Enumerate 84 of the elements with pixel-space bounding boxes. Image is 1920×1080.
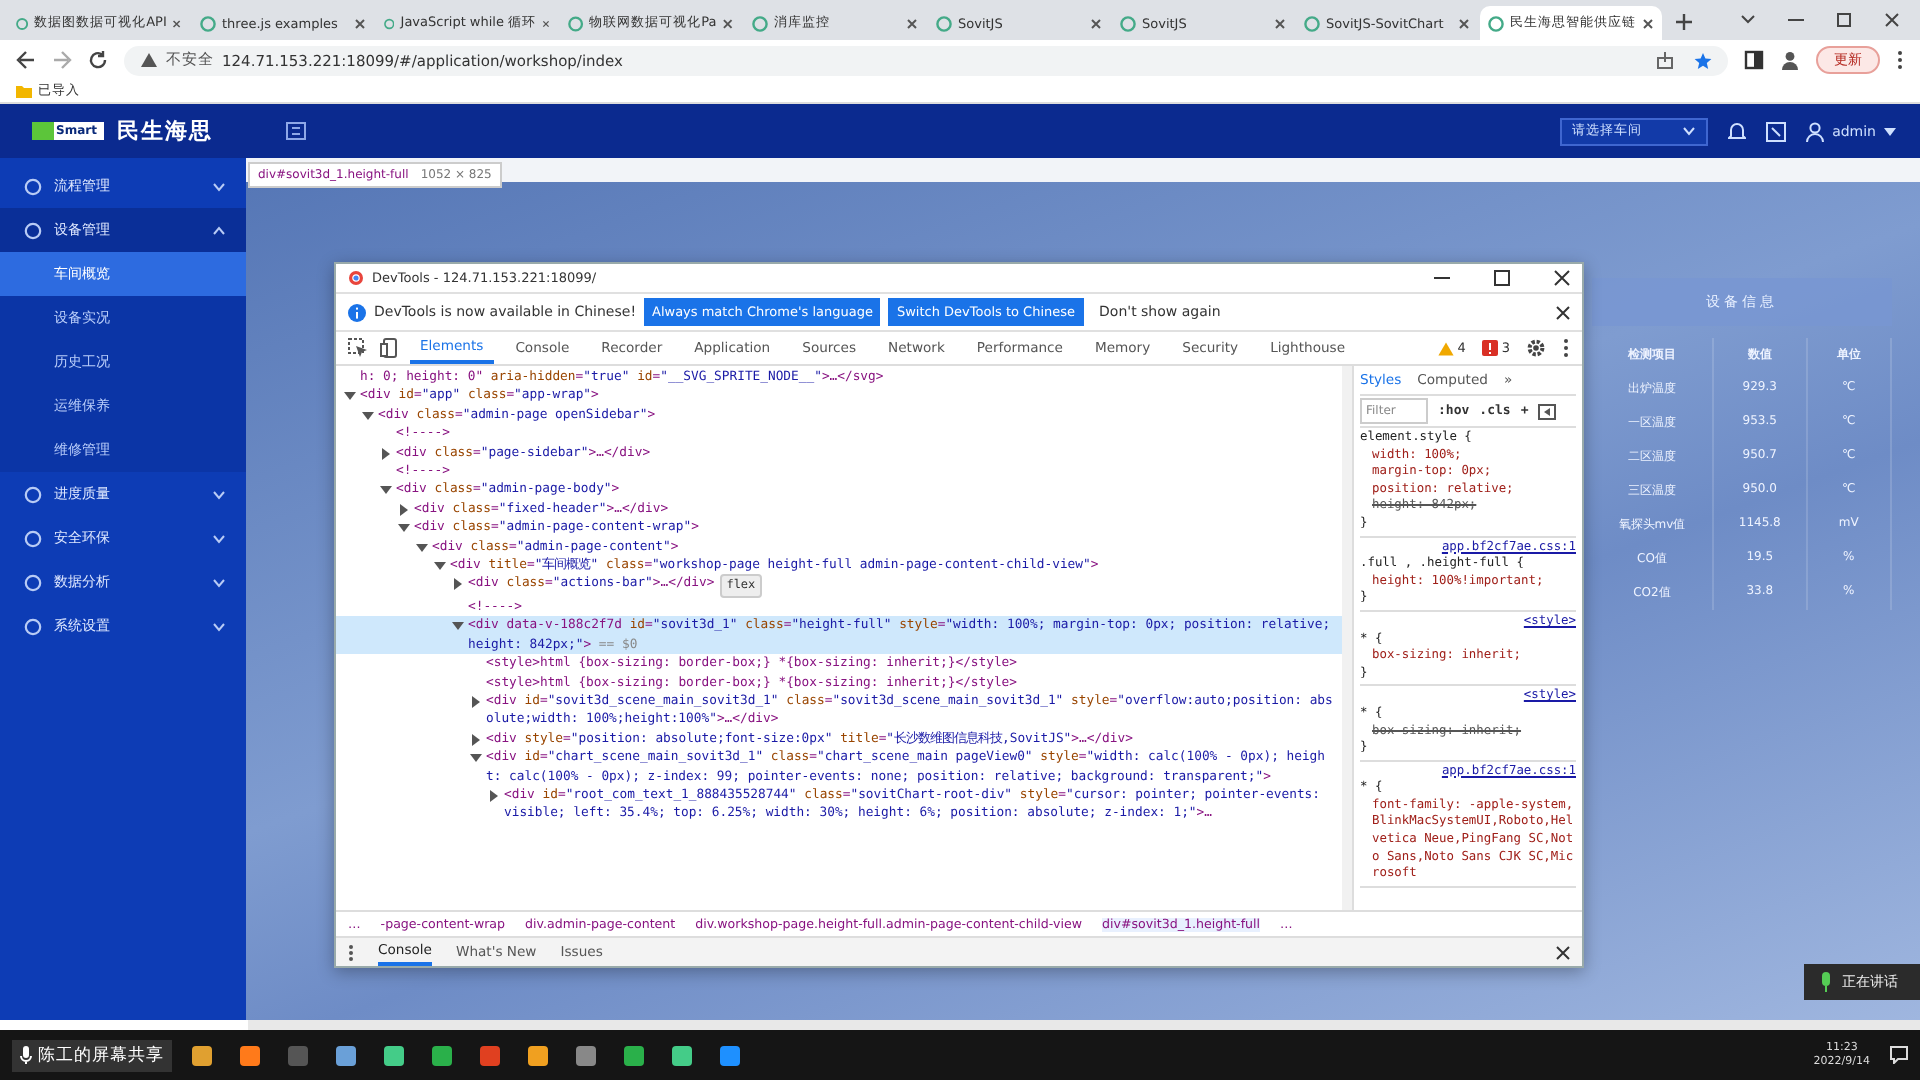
maximize-icon[interactable]: [1494, 270, 1510, 286]
app-icon[interactable]: [576, 1045, 596, 1065]
expanded-triangle-icon[interactable]: [416, 541, 428, 554]
close-icon[interactable]: [1274, 17, 1286, 29]
chevron-down-icon: [212, 621, 226, 631]
share-icon[interactable]: [1656, 51, 1674, 69]
app-icon[interactable]: [480, 1045, 500, 1065]
expanded-triangle-icon[interactable]: [470, 752, 482, 765]
circle-icon: [24, 221, 42, 239]
close-icon[interactable]: [722, 17, 734, 29]
brand-name: 民生海思: [116, 116, 213, 146]
chevron-down-icon: [212, 577, 226, 587]
error-icon: [1481, 340, 1498, 356]
warning-icon: [140, 52, 158, 68]
circle-icon: [24, 617, 42, 635]
minimize-icon[interactable]: [1788, 14, 1804, 26]
chevron-down-icon: [212, 533, 226, 543]
inspect-icon[interactable]: [348, 338, 368, 358]
more-vertical-icon[interactable]: [1562, 338, 1570, 358]
circle-icon: [24, 529, 42, 547]
chevron-up-icon: [212, 225, 226, 235]
drawer-menu-icon[interactable]: [348, 943, 354, 961]
app-icon[interactable]: [624, 1045, 644, 1065]
close-icon[interactable]: [1556, 945, 1570, 959]
expanded-triangle-icon[interactable]: [434, 560, 446, 573]
notification-icon[interactable]: [1890, 1046, 1908, 1064]
app-icon[interactable]: [192, 1045, 212, 1065]
more-vertical-icon[interactable]: [1896, 50, 1904, 70]
microphone-icon: [20, 1046, 32, 1064]
back-arrow-icon[interactable]: [16, 50, 36, 70]
close-icon[interactable]: [1458, 17, 1470, 29]
chevron-down-icon: [1682, 126, 1697, 136]
collapsed-triangle-icon[interactable]: [452, 578, 464, 591]
app-icon[interactable]: [432, 1045, 452, 1065]
device-toggle-icon[interactable]: [380, 338, 398, 358]
close-icon[interactable]: [1554, 270, 1570, 286]
sidebar-toggle-icon[interactable]: [1538, 403, 1557, 419]
chevron-down-icon: [212, 181, 226, 191]
expanded-triangle-icon[interactable]: [398, 522, 410, 535]
close-icon[interactable]: [906, 17, 918, 29]
circle-icon: [24, 485, 42, 503]
folder-icon: [16, 84, 32, 98]
app-icon[interactable]: [240, 1045, 260, 1065]
warning-icon: [1437, 341, 1454, 355]
expanded-triangle-icon[interactable]: [380, 484, 392, 497]
app-icon[interactable]: [672, 1045, 692, 1065]
caret-icon: [1884, 127, 1896, 135]
circle-icon: [24, 573, 42, 591]
reload-icon[interactable]: [88, 50, 108, 70]
chevron-down-icon[interactable]: [1740, 14, 1756, 26]
close-icon[interactable]: [1556, 305, 1570, 319]
star-icon[interactable]: [1694, 51, 1712, 69]
collapsed-triangle-icon[interactable]: [398, 503, 410, 516]
collapse-menu-icon[interactable]: [286, 122, 306, 140]
expanded-triangle-icon[interactable]: [362, 409, 374, 422]
close-icon[interactable]: [1884, 12, 1900, 28]
restore-icon[interactable]: [1836, 12, 1852, 28]
app-icon[interactable]: [720, 1045, 740, 1065]
profile-icon[interactable]: [1780, 50, 1800, 70]
bell-icon[interactable]: [1728, 121, 1747, 141]
collapsed-triangle-icon[interactable]: [470, 695, 482, 708]
close-icon[interactable]: [354, 17, 366, 29]
close-icon[interactable]: [1090, 17, 1102, 29]
new-tab-icon[interactable]: [1676, 14, 1692, 30]
collapsed-triangle-icon[interactable]: [470, 733, 482, 746]
expanded-triangle-icon[interactable]: [452, 620, 464, 633]
expanded-triangle-icon[interactable]: [344, 390, 356, 403]
app-icon[interactable]: [336, 1045, 356, 1065]
close-icon[interactable]: [542, 17, 550, 29]
collapsed-triangle-icon[interactable]: [380, 447, 392, 460]
close-icon[interactable]: [1642, 17, 1654, 29]
collapsed-triangle-icon[interactable]: [488, 789, 500, 802]
circle-icon: [24, 177, 42, 195]
user-icon: [1806, 121, 1825, 141]
side-panel-icon[interactable]: [1744, 50, 1764, 70]
screen-share-label: 陈工的屏幕共享: [12, 1039, 172, 1071]
fullscreen-icon[interactable]: [1766, 121, 1787, 141]
chevron-down-icon: [212, 489, 226, 499]
app-icon[interactable]: [528, 1045, 548, 1065]
browser-logo-icon: [348, 270, 364, 286]
app-icon[interactable]: [384, 1045, 404, 1065]
info-icon: [348, 303, 366, 321]
settings-icon[interactable]: [1526, 338, 1546, 358]
microphone-icon: [1820, 972, 1832, 992]
